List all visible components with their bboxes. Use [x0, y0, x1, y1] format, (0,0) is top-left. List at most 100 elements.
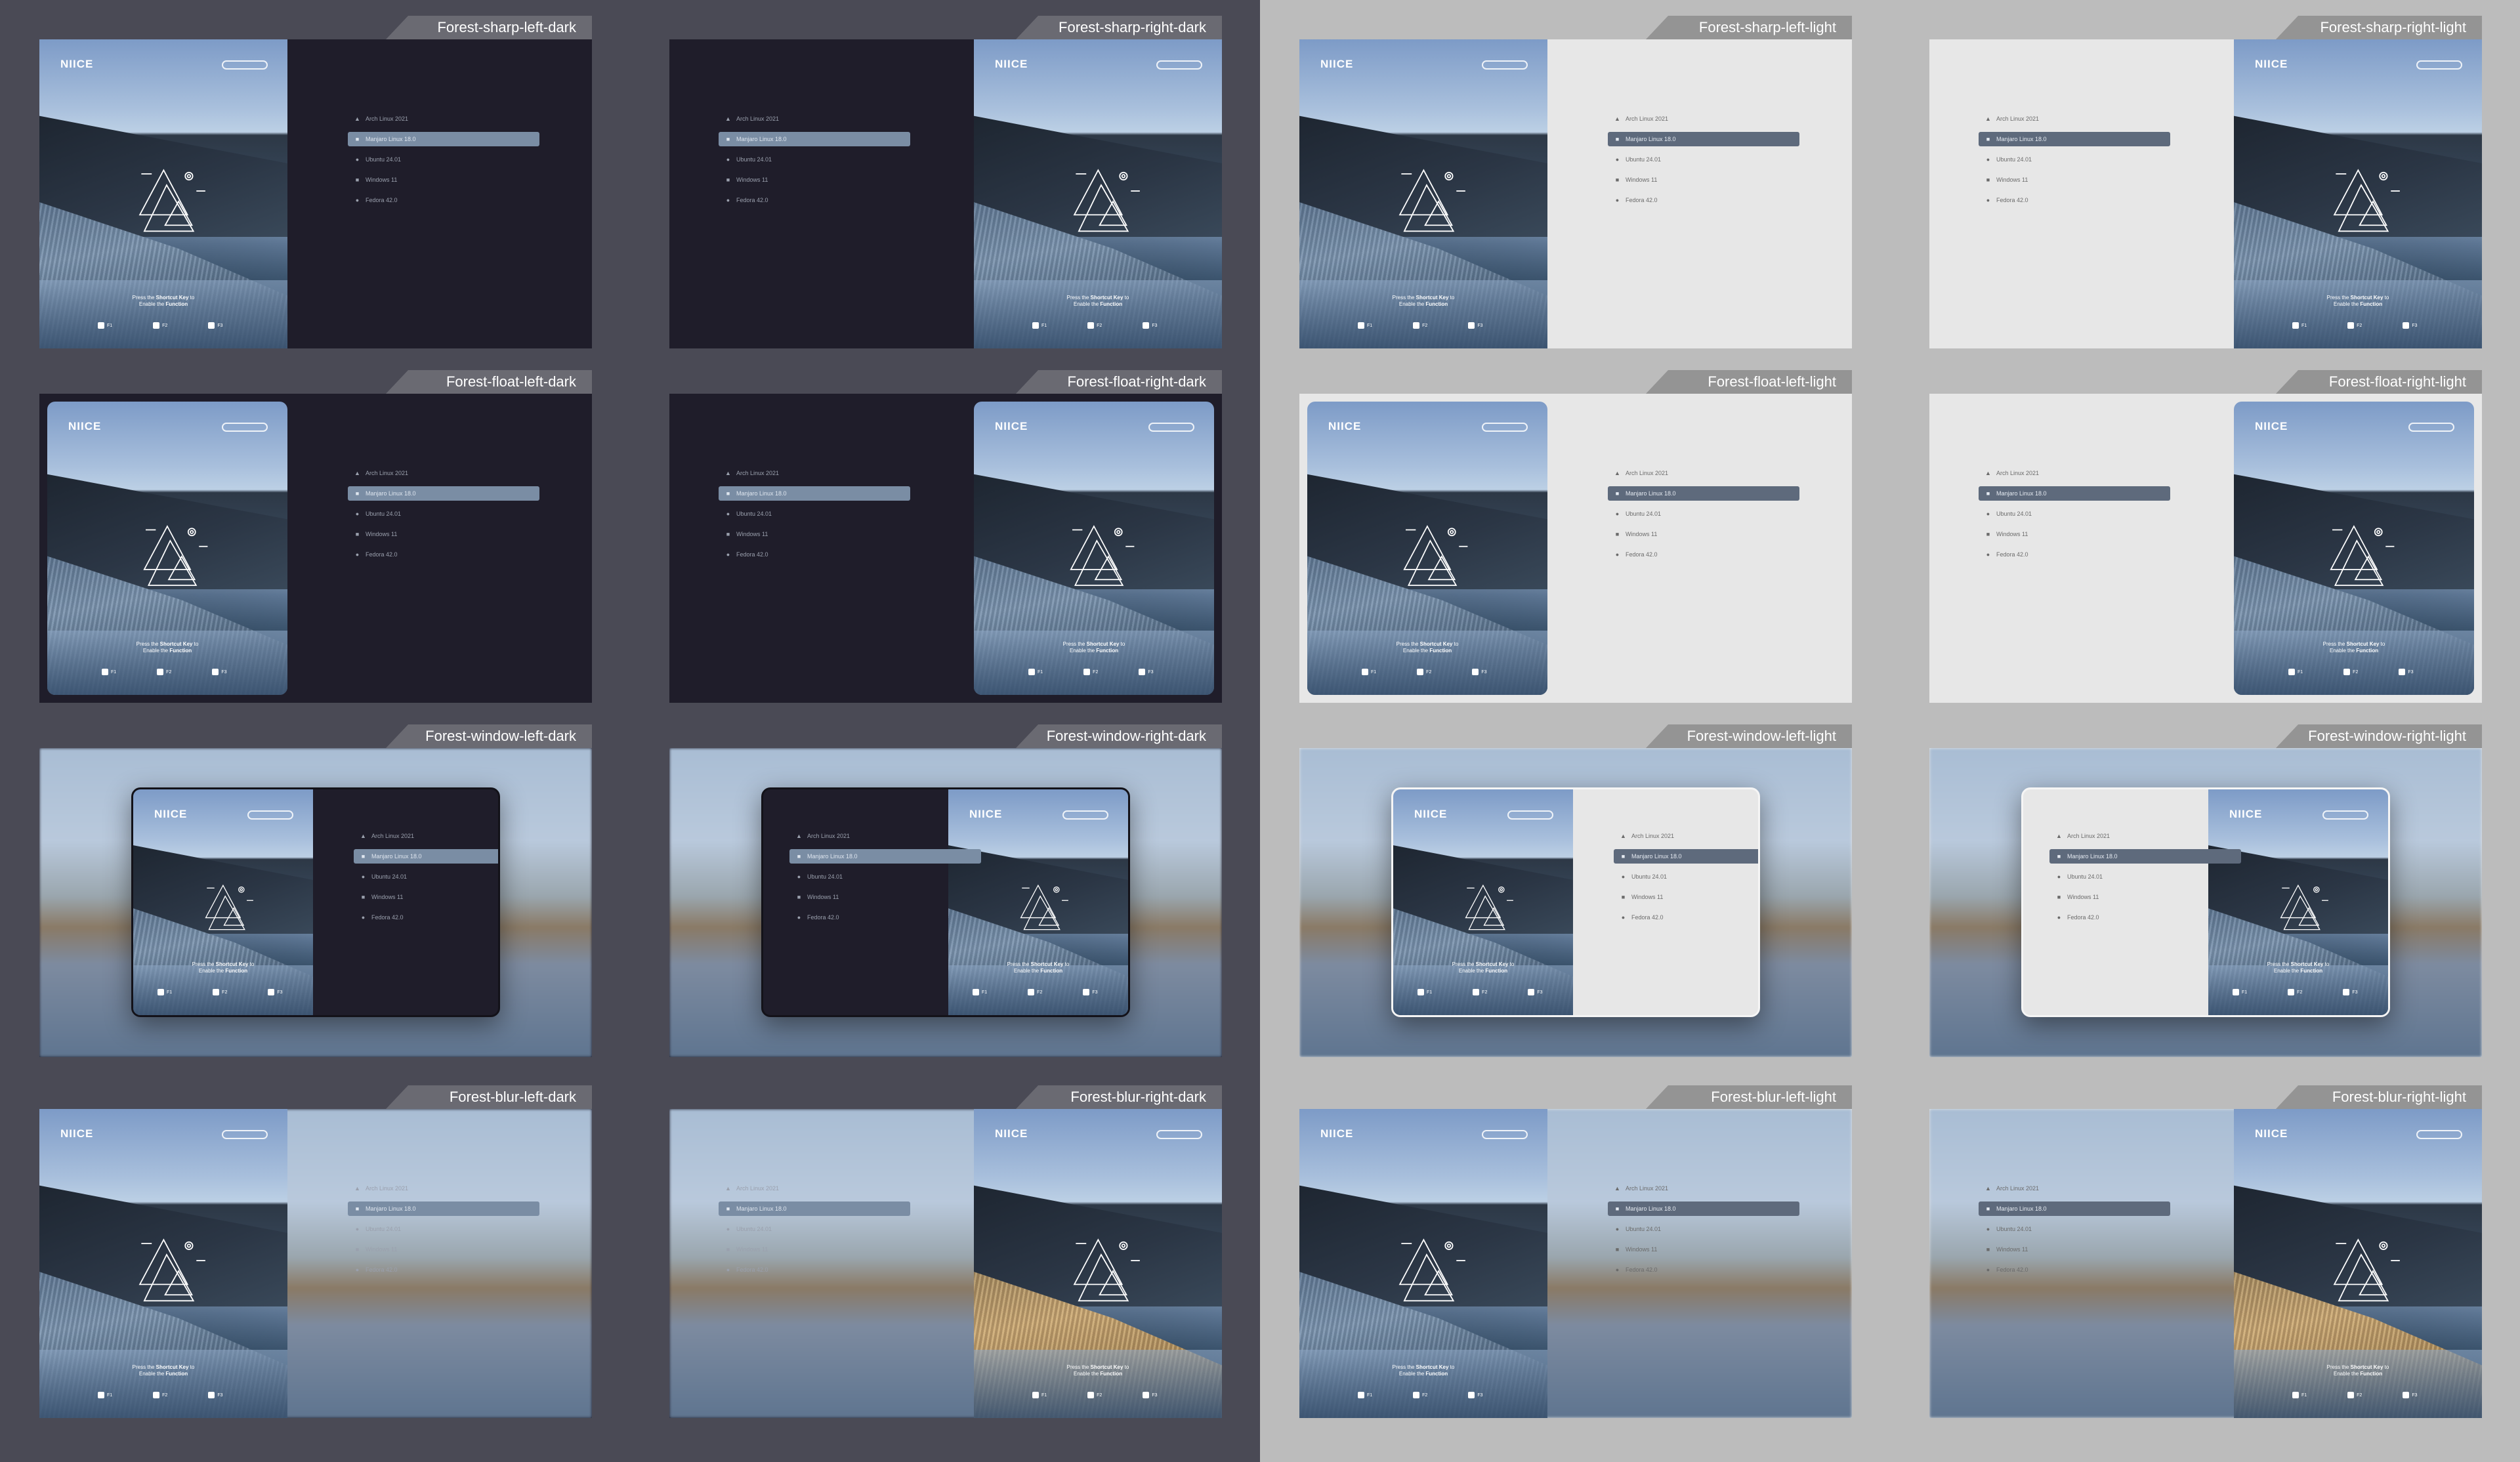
boot-entry-windows[interactable]: ■ Windows 11: [1608, 173, 1799, 187]
firmware-button[interactable]: F3: [1468, 322, 1483, 329]
boot-entry-ubuntu[interactable]: ● Ubuntu 24.01: [348, 1222, 539, 1236]
boot-entry-fedora[interactable]: ● Fedora 42.0: [1979, 1263, 2170, 1277]
boot-entry-manjaro[interactable]: ■ Manjaro Linux 18.0: [1608, 1201, 1799, 1216]
boot-entry-arch[interactable]: ▲ Arch Linux 2021: [789, 829, 981, 843]
boot-entry-ubuntu[interactable]: ● Ubuntu 24.01: [348, 507, 539, 521]
search-chip[interactable]: [222, 60, 268, 70]
restart-button[interactable]: F2: [1087, 1392, 1102, 1398]
power-button[interactable]: F1: [2292, 1392, 2307, 1398]
firmware-button[interactable]: F3: [208, 1392, 223, 1398]
boot-entry-manjaro[interactable]: ■ Manjaro Linux 18.0: [354, 849, 498, 864]
restart-button[interactable]: F2: [1417, 669, 1431, 675]
boot-entry-fedora[interactable]: ● Fedora 42.0: [1614, 910, 1758, 925]
boot-entry-windows[interactable]: ■ Windows 11: [1979, 173, 2170, 187]
power-button[interactable]: F1: [1358, 1392, 1372, 1398]
restart-button[interactable]: F2: [2288, 989, 2302, 995]
boot-entry-arch[interactable]: ▲ Arch Linux 2021: [719, 112, 910, 126]
power-button[interactable]: F1: [102, 669, 116, 675]
boot-entry-fedora[interactable]: ● Fedora 42.0: [1979, 193, 2170, 207]
restart-button[interactable]: F2: [1083, 669, 1098, 675]
firmware-button[interactable]: F3: [1143, 1392, 1158, 1398]
power-button[interactable]: F1: [973, 989, 987, 995]
search-chip[interactable]: [1482, 60, 1528, 70]
boot-entry-manjaro[interactable]: ■ Manjaro Linux 18.0: [719, 486, 910, 501]
restart-button[interactable]: F2: [157, 669, 171, 675]
boot-entry-arch[interactable]: ▲ Arch Linux 2021: [348, 112, 539, 126]
boot-entry-manjaro[interactable]: ■ Manjaro Linux 18.0: [789, 849, 981, 864]
boot-entry-fedora[interactable]: ● Fedora 42.0: [1608, 547, 1799, 562]
boot-entry-manjaro[interactable]: ■ Manjaro Linux 18.0: [348, 1201, 539, 1216]
boot-entry-fedora[interactable]: ● Fedora 42.0: [2049, 910, 2241, 925]
boot-entry-ubuntu[interactable]: ● Ubuntu 24.01: [1979, 152, 2170, 167]
firmware-button[interactable]: F3: [1143, 322, 1158, 329]
boot-entry-arch[interactable]: ▲ Arch Linux 2021: [2049, 829, 2241, 843]
power-button[interactable]: F1: [1032, 322, 1047, 329]
search-chip[interactable]: [1482, 423, 1528, 432]
boot-entry-fedora[interactable]: ● Fedora 42.0: [1608, 1263, 1799, 1277]
boot-entry-arch[interactable]: ▲ Arch Linux 2021: [348, 466, 539, 480]
power-button[interactable]: F1: [98, 1392, 112, 1398]
power-button[interactable]: F1: [1362, 669, 1376, 675]
firmware-button[interactable]: F3: [1139, 669, 1154, 675]
boot-entry-windows[interactable]: ■ Windows 11: [348, 173, 539, 187]
boot-entry-fedora[interactable]: ● Fedora 42.0: [719, 193, 910, 207]
power-button[interactable]: F1: [1032, 1392, 1047, 1398]
boot-entry-windows[interactable]: ■ Windows 11: [1608, 527, 1799, 541]
restart-button[interactable]: F2: [1413, 322, 1427, 329]
search-chip[interactable]: [1482, 1130, 1528, 1139]
power-button[interactable]: F1: [1028, 669, 1043, 675]
boot-entry-ubuntu[interactable]: ● Ubuntu 24.01: [1614, 869, 1758, 884]
boot-entry-ubuntu[interactable]: ● Ubuntu 24.01: [348, 152, 539, 167]
boot-entry-windows[interactable]: ■ Windows 11: [1979, 1242, 2170, 1257]
boot-entry-fedora[interactable]: ● Fedora 42.0: [1608, 193, 1799, 207]
search-chip[interactable]: [222, 1130, 268, 1139]
boot-entry-fedora[interactable]: ● Fedora 42.0: [1979, 547, 2170, 562]
restart-button[interactable]: F2: [1413, 1392, 1427, 1398]
boot-entry-windows[interactable]: ■ Windows 11: [348, 527, 539, 541]
boot-entry-arch[interactable]: ▲ Arch Linux 2021: [348, 1181, 539, 1196]
firmware-button[interactable]: F3: [2399, 669, 2414, 675]
firmware-button[interactable]: F3: [1468, 1392, 1483, 1398]
boot-entry-manjaro[interactable]: ■ Manjaro Linux 18.0: [719, 1201, 910, 1216]
search-chip[interactable]: [222, 423, 268, 432]
boot-entry-arch[interactable]: ▲ Arch Linux 2021: [1979, 1181, 2170, 1196]
search-chip[interactable]: [1507, 810, 1553, 820]
boot-entry-ubuntu[interactable]: ● Ubuntu 24.01: [2049, 869, 2241, 884]
boot-entry-manjaro[interactable]: ■ Manjaro Linux 18.0: [348, 486, 539, 501]
search-chip[interactable]: [2322, 810, 2368, 820]
restart-button[interactable]: F2: [153, 1392, 167, 1398]
boot-entry-windows[interactable]: ■ Windows 11: [354, 890, 498, 904]
boot-entry-windows[interactable]: ■ Windows 11: [789, 890, 981, 904]
firmware-button[interactable]: F3: [1528, 989, 1543, 995]
boot-entry-windows[interactable]: ■ Windows 11: [1979, 527, 2170, 541]
firmware-button[interactable]: F3: [268, 989, 283, 995]
boot-entry-arch[interactable]: ▲ Arch Linux 2021: [1608, 112, 1799, 126]
boot-entry-ubuntu[interactable]: ● Ubuntu 24.01: [1608, 507, 1799, 521]
boot-entry-manjaro[interactable]: ■ Manjaro Linux 18.0: [1608, 132, 1799, 146]
boot-entry-manjaro[interactable]: ■ Manjaro Linux 18.0: [348, 132, 539, 146]
boot-entry-windows[interactable]: ■ Windows 11: [348, 1242, 539, 1257]
boot-entry-manjaro[interactable]: ■ Manjaro Linux 18.0: [1979, 486, 2170, 501]
boot-entry-manjaro[interactable]: ■ Manjaro Linux 18.0: [1979, 132, 2170, 146]
firmware-button[interactable]: F3: [2343, 989, 2358, 995]
boot-entry-manjaro[interactable]: ■ Manjaro Linux 18.0: [1614, 849, 1758, 864]
search-chip[interactable]: [2416, 1130, 2462, 1139]
boot-entry-arch[interactable]: ▲ Arch Linux 2021: [1608, 1181, 1799, 1196]
boot-entry-windows[interactable]: ■ Windows 11: [1608, 1242, 1799, 1257]
boot-entry-windows[interactable]: ■ Windows 11: [719, 1242, 910, 1257]
boot-entry-ubuntu[interactable]: ● Ubuntu 24.01: [1608, 152, 1799, 167]
search-chip[interactable]: [1156, 1130, 1202, 1139]
boot-entry-fedora[interactable]: ● Fedora 42.0: [719, 547, 910, 562]
search-chip[interactable]: [1062, 810, 1108, 820]
restart-button[interactable]: F2: [1473, 989, 1487, 995]
restart-button[interactable]: F2: [1028, 989, 1042, 995]
boot-entry-manjaro[interactable]: ■ Manjaro Linux 18.0: [1608, 486, 1799, 501]
power-button[interactable]: F1: [2233, 989, 2247, 995]
restart-button[interactable]: F2: [2347, 1392, 2362, 1398]
search-chip[interactable]: [2416, 60, 2462, 70]
boot-entry-arch[interactable]: ▲ Arch Linux 2021: [1979, 112, 2170, 126]
boot-entry-ubuntu[interactable]: ● Ubuntu 24.01: [354, 869, 498, 884]
firmware-button[interactable]: F3: [1083, 989, 1098, 995]
search-chip[interactable]: [1148, 423, 1194, 432]
firmware-button[interactable]: F3: [1472, 669, 1487, 675]
